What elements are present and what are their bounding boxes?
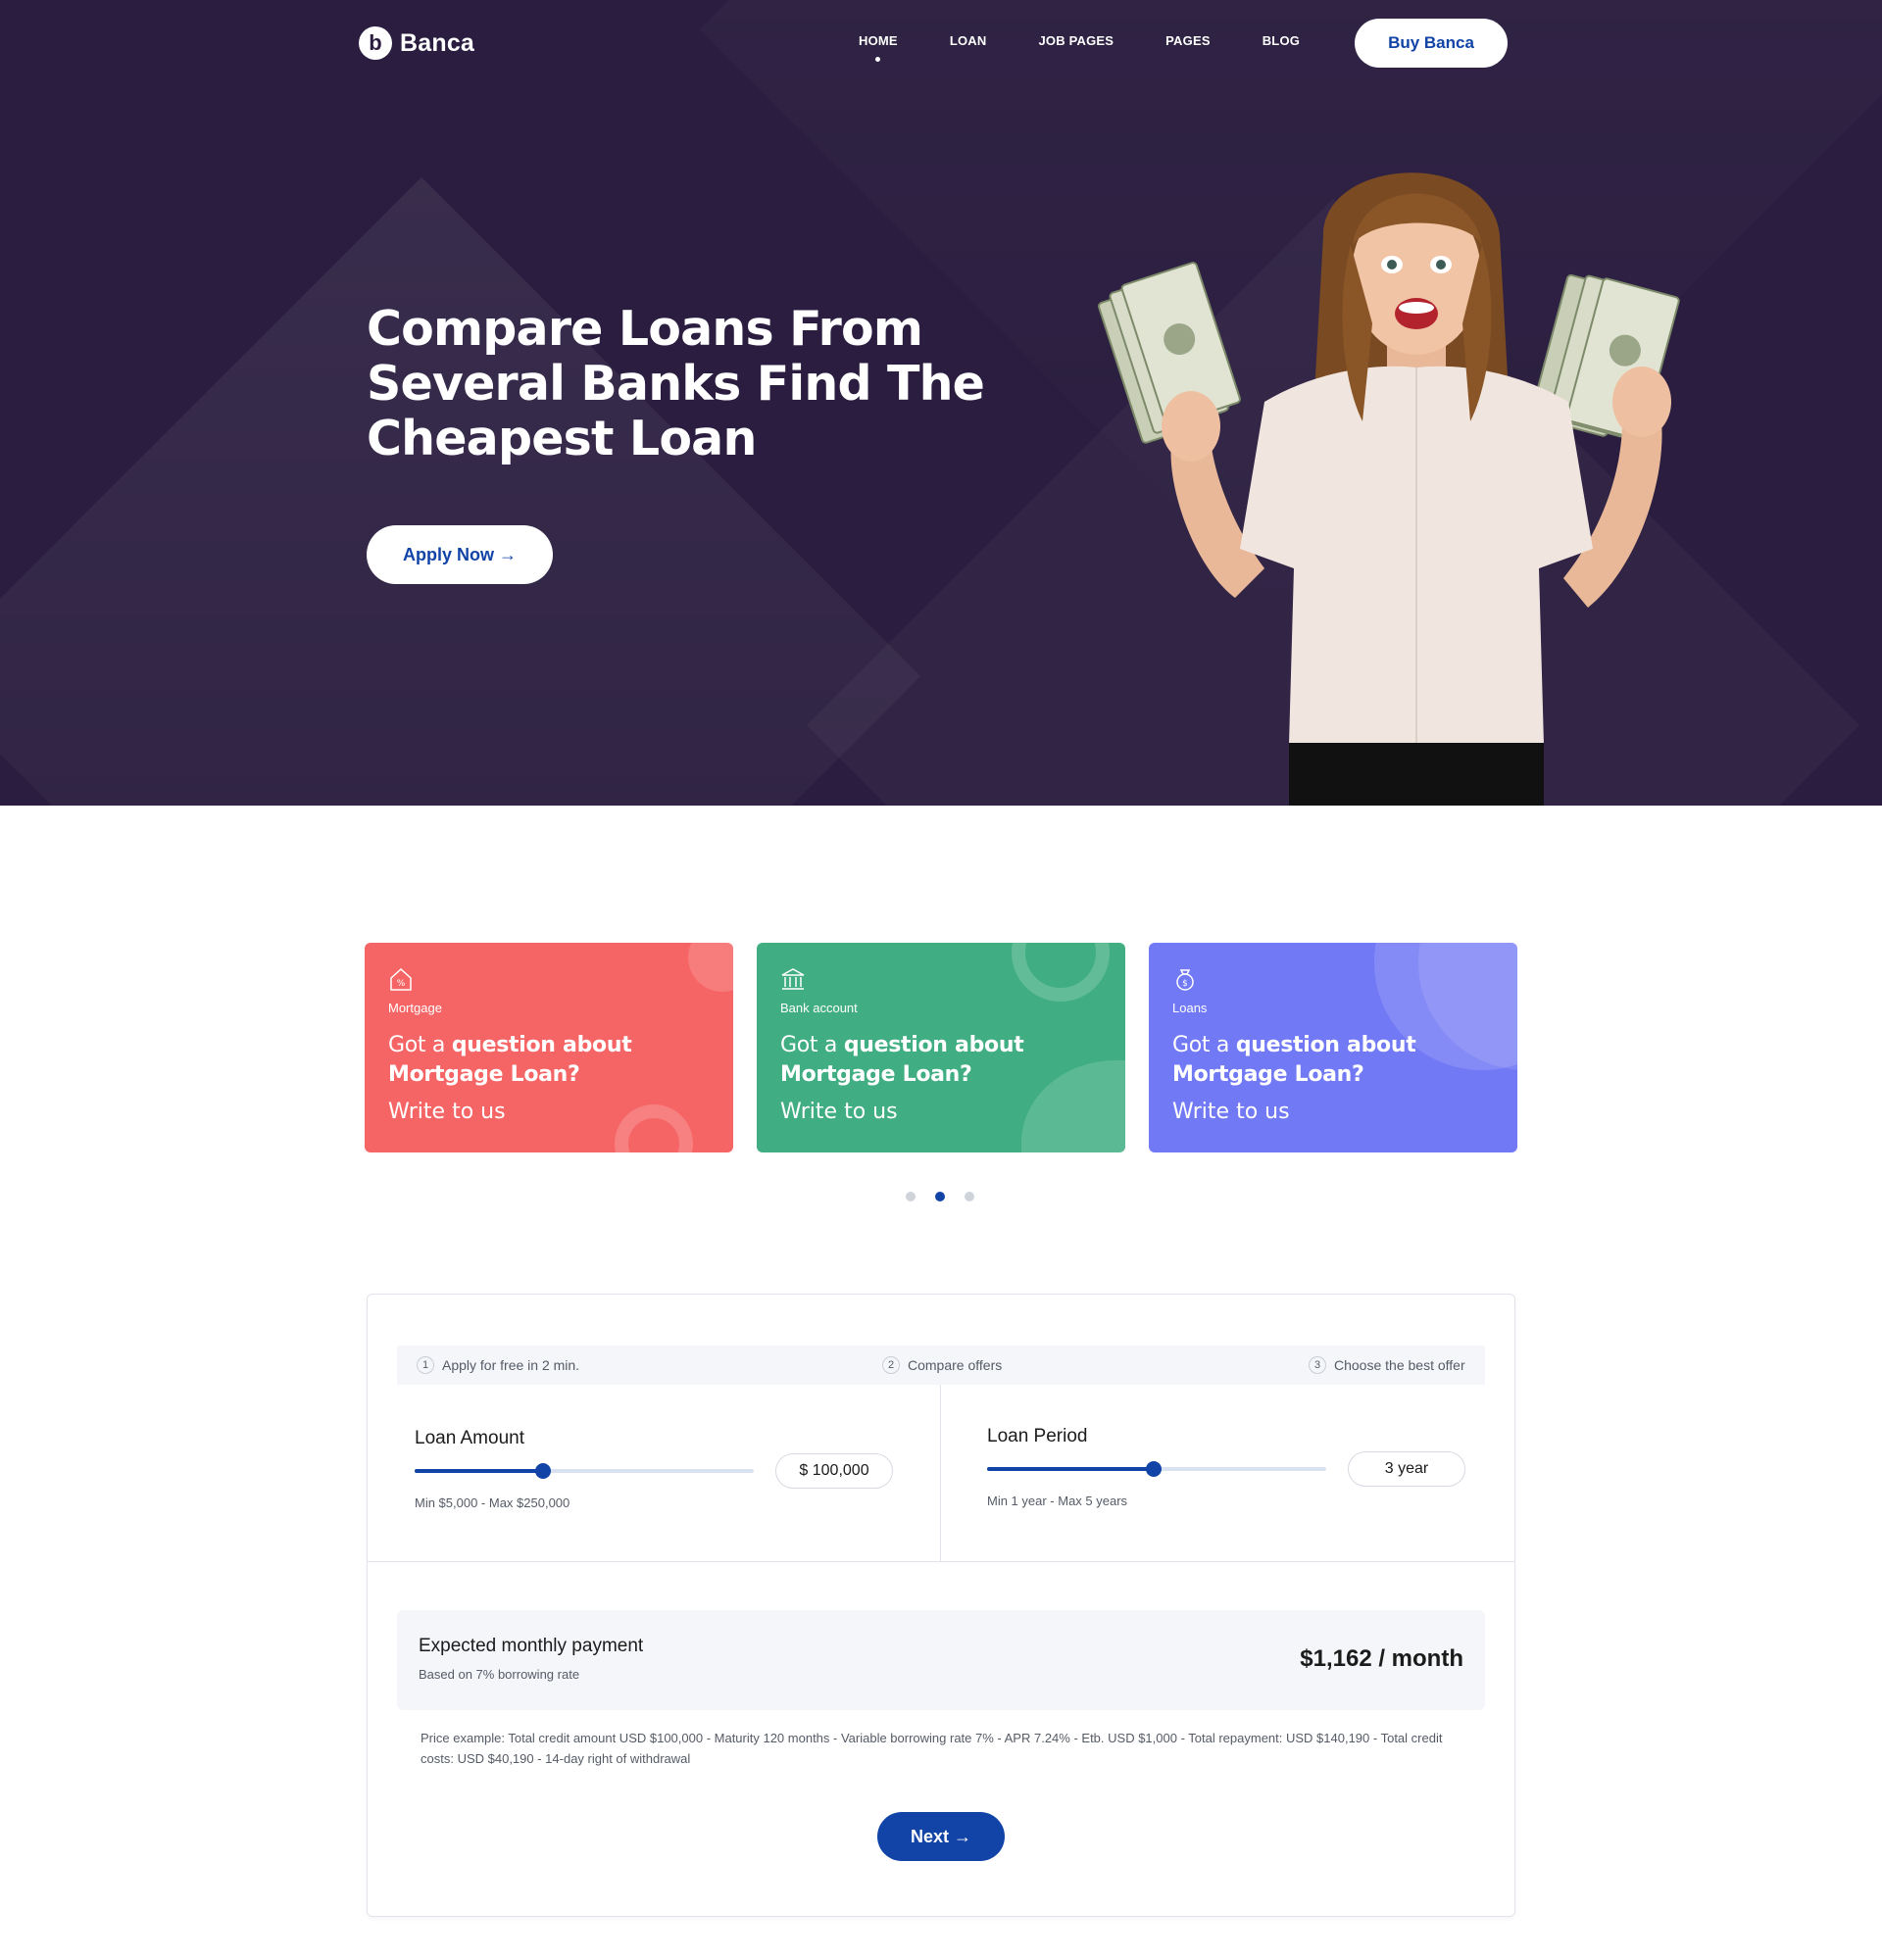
house-percent-icon: % (390, 967, 412, 991)
card-question: Got a question about Mortgage Loan? (780, 1033, 1024, 1087)
slider-handle[interactable] (535, 1463, 552, 1479)
top-navigation: b Banca HOME LOAN JOB PAGES PAGES BLOG B… (359, 18, 1508, 69)
section-divider (368, 1561, 1514, 1562)
svg-text:%: % (397, 979, 406, 989)
card-decoration (688, 943, 733, 992)
loan-amount-slider[interactable] (415, 1463, 754, 1479)
step-label: Apply for free in 2 min. (442, 1357, 580, 1373)
carousel-dot[interactable] (965, 1192, 974, 1201)
main-menu: HOME LOAN JOB PAGES PAGES BLOG (859, 33, 1352, 62)
service-card-loans[interactable]: $ Loans Got a question about Mortgage Lo… (1149, 943, 1517, 1152)
result-subtitle: Based on 7% borrowing rate (419, 1667, 580, 1682)
brand-name: Banca (400, 28, 475, 57)
carousel-dot[interactable] (906, 1192, 916, 1201)
write-to-us-link[interactable]: Write to us (388, 1100, 506, 1124)
bank-building-icon (781, 968, 805, 990)
active-nav-indicator (875, 57, 881, 62)
loan-period-input[interactable]: 3 year (1348, 1451, 1465, 1487)
nav-item-blog[interactable]: BLOG (1263, 33, 1300, 48)
service-card-bank-account[interactable]: Bank account Got a question about Mortga… (757, 943, 1125, 1152)
card-decoration (1012, 943, 1110, 1002)
step-item: 3 Choose the best offer (1309, 1346, 1465, 1385)
step-item: 1 Apply for free in 2 min. (417, 1346, 579, 1385)
step-label: Choose the best offer (1334, 1357, 1465, 1373)
write-to-us-link[interactable]: Write to us (1172, 1100, 1290, 1124)
hero-woman-holding-money-image (1098, 172, 1680, 806)
next-button[interactable]: Next → (877, 1812, 1005, 1861)
card-category: Mortgage (388, 1001, 442, 1015)
card-category: Bank account (780, 1001, 858, 1015)
loan-amount-range: Min $5,000 - Max $250,000 (415, 1495, 570, 1510)
step-number: 1 (417, 1356, 434, 1374)
card-question: Got a question about Mortgage Loan? (388, 1033, 632, 1087)
slider-fill (415, 1469, 544, 1473)
money-bag-icon: $ (1176, 969, 1194, 991)
logo-icon: b (359, 26, 392, 60)
monthly-payment-panel: Expected monthly payment Based on 7% bor… (397, 1610, 1485, 1710)
slider-fill (987, 1467, 1154, 1471)
loan-period-label: Loan Period (987, 1426, 1088, 1446)
hero-section: b Banca HOME LOAN JOB PAGES PAGES BLOG B… (0, 0, 1882, 806)
price-example-note: Price example: Total credit amount USD $… (421, 1731, 1443, 1766)
brand-logo[interactable]: b Banca (359, 26, 474, 60)
nav-item-pages[interactable]: PAGES (1165, 33, 1211, 48)
svg-text:$: $ (1182, 979, 1188, 989)
step-label: Compare offers (908, 1357, 1003, 1373)
loan-amount-input[interactable]: $ 100,000 (775, 1453, 893, 1489)
write-to-us-link[interactable]: Write to us (780, 1100, 898, 1124)
step-number: 3 (1309, 1356, 1326, 1374)
carousel-dot-active[interactable] (935, 1192, 945, 1201)
column-divider (940, 1385, 941, 1561)
apply-now-button[interactable]: Apply Now → (367, 525, 553, 584)
card-question: Got a question about Mortgage Loan? (1172, 1033, 1416, 1087)
card-decoration (615, 1104, 693, 1152)
loan-period-range: Min 1 year - Max 5 years (987, 1494, 1128, 1508)
nav-item-home[interactable]: HOME (859, 33, 898, 62)
result-title: Expected monthly payment (419, 1636, 644, 1656)
slider-handle[interactable] (1145, 1461, 1162, 1477)
hero-bg-shape (0, 176, 921, 806)
carousel-pagination (906, 1192, 994, 1201)
buy-banca-button[interactable]: Buy Banca (1355, 19, 1508, 68)
application-steps: 1 Apply for free in 2 min. 2 Compare off… (397, 1346, 1485, 1385)
step-item: 2 Compare offers (882, 1346, 1002, 1385)
monthly-payment-value: $1,162 / month (1300, 1645, 1463, 1672)
loan-amount-label: Loan Amount (415, 1428, 524, 1448)
card-category: Loans (1172, 1001, 1208, 1015)
loan-calculator: 1 Apply for free in 2 min. 2 Compare off… (367, 1294, 1515, 1917)
nav-item-job-pages[interactable]: JOB PAGES (1038, 33, 1114, 48)
loan-period-slider[interactable] (987, 1461, 1326, 1477)
step-number: 2 (882, 1356, 900, 1374)
service-card-mortgage[interactable]: % Mortgage Got a question about Mortgage… (365, 943, 733, 1152)
nav-item-loan[interactable]: LOAN (950, 33, 987, 48)
hero-title: Compare Loans From Several Banks Find Th… (367, 301, 985, 466)
